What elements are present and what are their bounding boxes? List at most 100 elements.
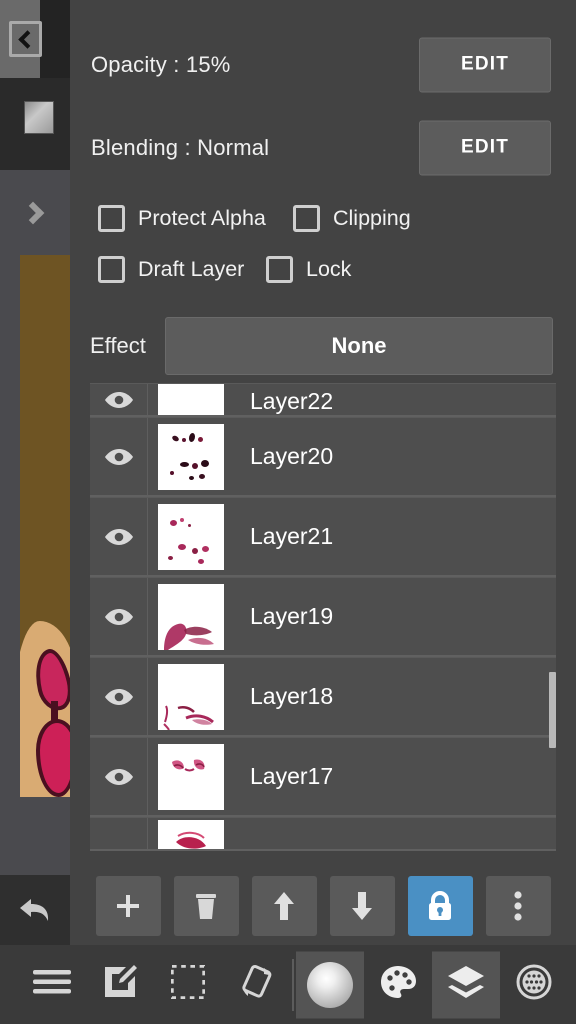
back-button[interactable] <box>0 0 42 78</box>
layer-thumbnail <box>158 423 224 490</box>
plus-icon <box>114 892 142 920</box>
grid-circle-icon <box>516 964 552 1005</box>
brush-button[interactable] <box>296 945 364 1024</box>
effect-select-button[interactable]: None <box>165 317 553 375</box>
layer-list[interactable]: Layer22 Layer20 Layer21 Layer19 Layer18 … <box>90 383 556 860</box>
undo-arrow-icon <box>18 895 52 925</box>
layer-thumbnail <box>158 503 224 570</box>
effect-row: Effect None <box>70 317 576 375</box>
layer-name: Layer21 <box>250 523 334 549</box>
checkbox-box-icon <box>98 205 125 232</box>
marquee-select-icon <box>170 964 206 1004</box>
draft-layer-label: Draft Layer <box>138 257 245 281</box>
eye-icon <box>104 448 134 466</box>
layers-stack-icon <box>447 965 485 1004</box>
move-layer-up-button[interactable] <box>251 875 317 936</box>
protect-alpha-checkbox[interactable]: Protect Alpha <box>98 205 293 232</box>
clipping-checkbox[interactable]: Clipping <box>293 205 411 232</box>
layer-properties-panel: Opacity : 15% EDIT Blending : Normal EDI… <box>70 0 576 945</box>
table-row[interactable]: Layer17 <box>90 737 556 817</box>
layer-row-partial-top[interactable]: Layer22 <box>90 383 556 417</box>
layer-thumbnail <box>158 663 224 730</box>
blending-label: Blending : Normal <box>91 134 270 160</box>
trash-icon <box>194 891 218 921</box>
app-root: Opacity : 15% EDIT Blending : Normal EDI… <box>0 0 576 1024</box>
arrow-down-icon <box>351 891 373 921</box>
blending-edit-button[interactable]: EDIT <box>419 120 551 175</box>
expand-panel-button[interactable] <box>0 170 70 255</box>
chevron-left-icon <box>9 21 42 57</box>
arrow-up-icon <box>273 891 295 921</box>
opacity-row: Opacity : 15% EDIT <box>70 23 576 106</box>
checkbox-row-1: Protect Alpha Clipping <box>70 193 576 244</box>
left-tool-strip <box>0 0 70 945</box>
layers-button[interactable] <box>432 945 500 1024</box>
canvas-edit-button[interactable] <box>86 945 154 1024</box>
layer-name: Layer22 <box>250 388 334 414</box>
layer-name: Layer19 <box>250 603 334 629</box>
layer-name: Layer18 <box>250 683 334 709</box>
left-strip-dark-top <box>40 0 70 78</box>
layer-row-partial-bottom[interactable] <box>90 817 556 851</box>
layer-thumbnail <box>158 743 224 810</box>
palette-icon <box>380 965 416 1004</box>
layer-name: Layer20 <box>250 443 334 469</box>
eye-icon <box>104 688 134 706</box>
clipping-label: Clipping <box>333 206 411 230</box>
table-row[interactable]: Layer20 <box>90 417 556 497</box>
more-options-button[interactable] <box>485 875 551 936</box>
effect-label: Effect <box>90 333 146 358</box>
table-row[interactable]: Layer18 <box>90 657 556 737</box>
layer-visibility-toggle[interactable] <box>90 498 148 575</box>
eye-icon <box>104 608 134 626</box>
layer-visibility-toggle[interactable] <box>90 818 148 849</box>
layer-visibility-toggle[interactable] <box>90 578 148 655</box>
rotate-canvas-button[interactable] <box>222 945 290 1024</box>
add-layer-button[interactable] <box>95 875 161 936</box>
lock-label: Lock <box>306 257 352 281</box>
lock-layer-button[interactable] <box>407 875 473 936</box>
rotate-icon <box>237 963 275 1006</box>
layer-name: Layer17 <box>250 763 334 789</box>
layer-visibility-toggle[interactable] <box>90 418 148 495</box>
blending-row: Blending : Normal EDIT <box>70 106 576 189</box>
checkbox-box-icon <box>98 256 125 283</box>
layer-visibility-toggle[interactable] <box>90 658 148 735</box>
eye-icon <box>104 768 134 786</box>
lock-icon <box>425 889 455 923</box>
layer-thumbnail <box>158 583 224 650</box>
more-vertical-icon <box>514 890 522 921</box>
hamburger-icon <box>33 968 71 1001</box>
menu-button[interactable] <box>18 945 86 1024</box>
opacity-label: Opacity : 15% <box>91 51 231 77</box>
checkbox-box-icon <box>293 205 320 232</box>
canvas-preview[interactable] <box>20 255 70 797</box>
eye-icon <box>104 391 134 409</box>
draft-layer-checkbox[interactable]: Draft Layer <box>98 256 266 283</box>
bottom-navigation-bar <box>0 945 576 1024</box>
eye-icon <box>104 528 134 546</box>
move-layer-down-button[interactable] <box>329 875 395 936</box>
pencil-square-icon <box>102 964 138 1005</box>
delete-layer-button[interactable] <box>173 875 239 936</box>
checkbox-box-icon <box>266 256 293 283</box>
table-row[interactable]: Layer19 <box>90 577 556 657</box>
protect-alpha-label: Protect Alpha <box>138 206 266 230</box>
layer-visibility-toggle[interactable] <box>90 384 148 415</box>
layer-thumbnail <box>158 820 224 849</box>
table-row[interactable]: Layer21 <box>90 497 556 577</box>
lock-checkbox[interactable]: Lock <box>266 256 351 283</box>
layer-visibility-toggle[interactable] <box>90 738 148 815</box>
chevron-right-icon <box>21 201 44 224</box>
selection-button[interactable] <box>154 945 222 1024</box>
undo-button[interactable] <box>0 875 70 945</box>
palette-button[interactable] <box>364 945 432 1024</box>
opacity-edit-button[interactable]: EDIT <box>419 37 551 92</box>
layer-thumbnail <box>158 384 224 415</box>
brush-sphere-icon <box>307 961 353 1008</box>
layer-list-scrollbar[interactable] <box>549 672 556 748</box>
tools-grid-button[interactable] <box>500 945 568 1024</box>
color-swatch[interactable] <box>24 101 54 134</box>
layer-action-bar <box>70 866 576 945</box>
nav-divider <box>292 958 294 1011</box>
